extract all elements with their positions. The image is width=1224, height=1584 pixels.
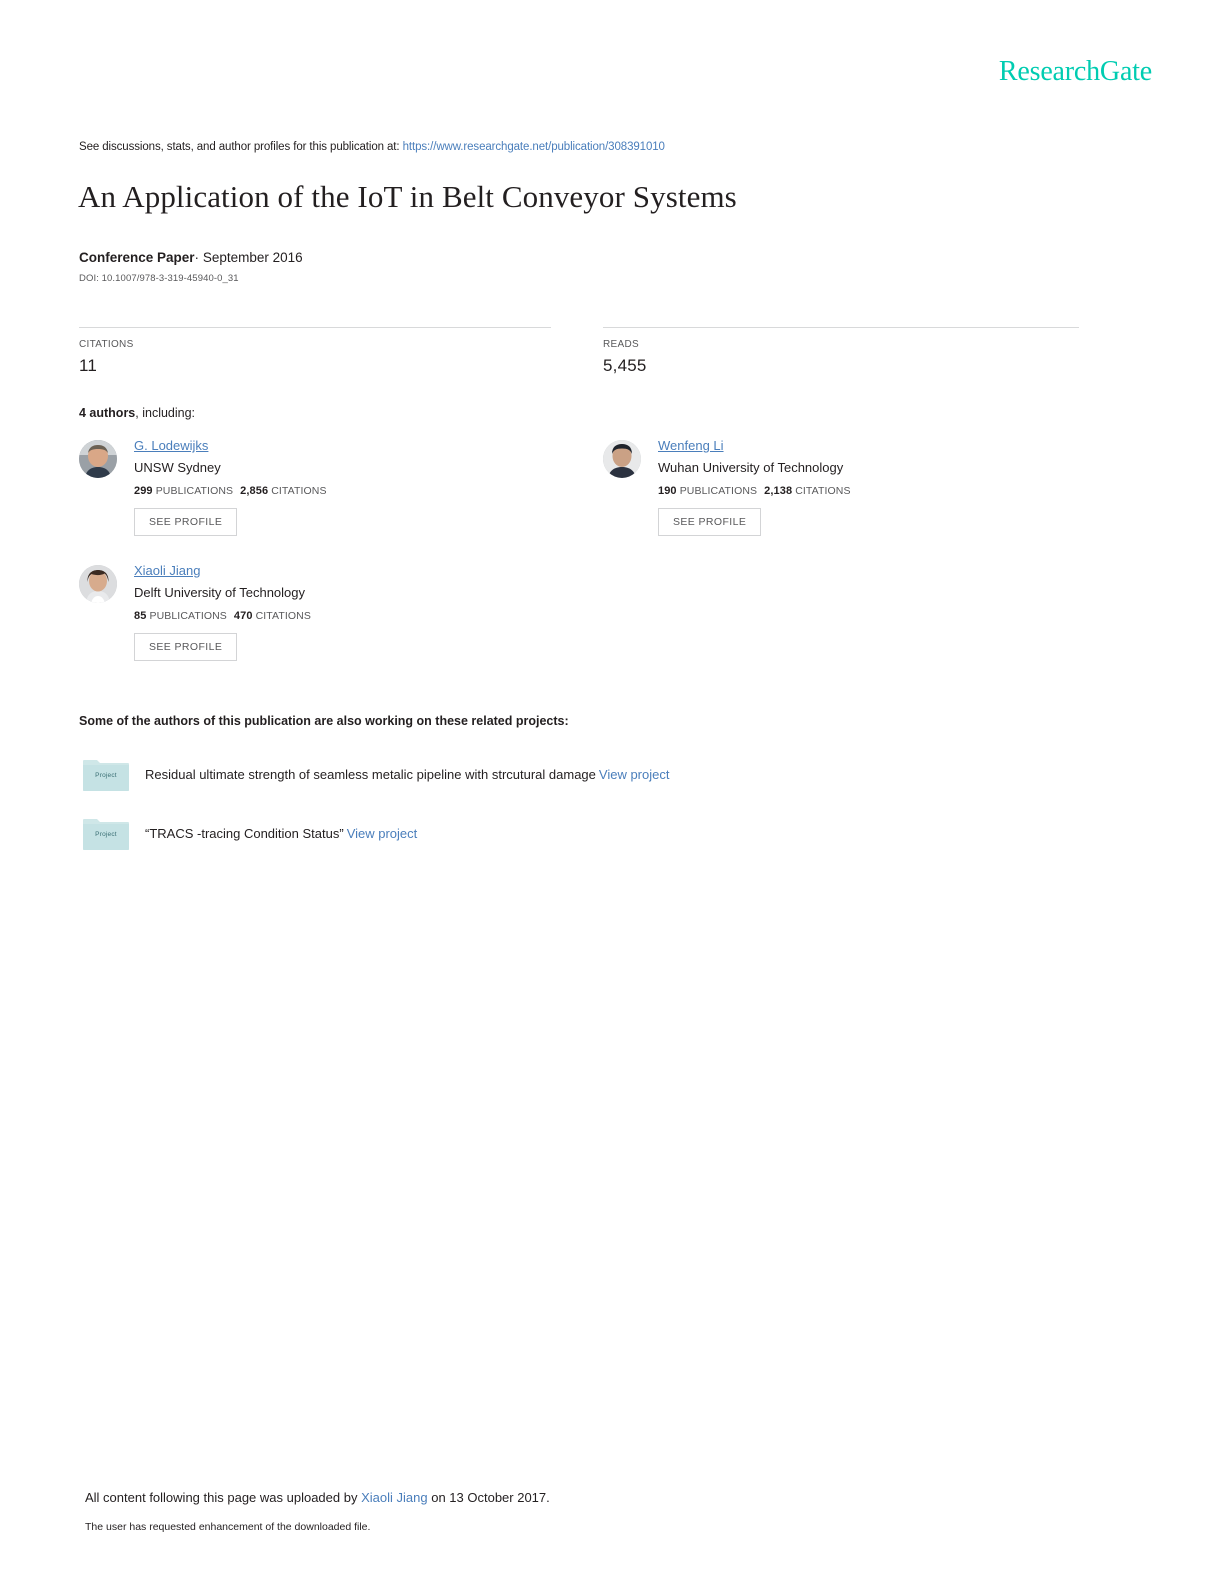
author-publications-count: 85 — [134, 610, 147, 622]
project-folder-icon: Project — [83, 757, 129, 791]
project-folder-label: Project — [95, 772, 117, 779]
author-affiliation: Delft University of Technology — [134, 585, 306, 600]
reads-stat-block: READS 5,455 — [603, 327, 1079, 376]
reads-value: 5,455 — [603, 356, 647, 375]
see-profile-button[interactable]: SEE PROFILE — [134, 633, 238, 661]
publication-date: September 2016 — [202, 250, 303, 265]
discussion-prefix: See discussions, stats, and author profi… — [79, 141, 400, 153]
reads-label: READS — [603, 339, 639, 350]
researchgate-logo: ResearchGate — [998, 56, 1152, 87]
reads-divider — [603, 327, 1079, 328]
authors-including: , including: — [135, 406, 196, 420]
author-details: G. Lodewijks UNSW Sydney 299 PUBLICATION… — [134, 437, 559, 536]
enhancement-note: The user has requested enhancement of th… — [85, 1521, 371, 1533]
publications-label: PUBLICATIONS — [155, 485, 234, 497]
author-stats: 85 PUBLICATIONS 470 CITATIONS — [134, 610, 559, 622]
publication-doi: DOI: 10.1007/978-3-319-45940-0_31 — [79, 273, 239, 284]
see-profile-button[interactable]: SEE PROFILE — [134, 508, 238, 536]
project-title-text: “TRACS -tracing Condition Status” View pr… — [145, 825, 417, 842]
author-name-link[interactable]: G. Lodewijks — [134, 438, 208, 453]
author-card: G. Lodewijks UNSW Sydney 299 PUBLICATION… — [79, 437, 559, 536]
view-project-link[interactable]: View project — [347, 826, 418, 841]
uploader-link[interactable]: Xiaoli Jiang — [361, 1490, 428, 1505]
page-title: An Application of the IoT in Belt Convey… — [78, 179, 737, 214]
citations-label: CITATIONS — [255, 610, 311, 622]
citations-label: CITATIONS — [79, 339, 134, 350]
upload-suffix: on 13 October 2017. — [431, 1490, 550, 1505]
author-card: Xiaoli Jiang Delft University of Technol… — [79, 562, 559, 661]
project-title: Residual ultimate strength of seamless m… — [145, 767, 596, 782]
avatar — [603, 440, 641, 478]
avatar — [79, 440, 117, 478]
project-row: Project Residual ultimate strength of se… — [83, 757, 1083, 791]
author-affiliation: Wuhan University of Technology — [658, 460, 844, 475]
author-name-link[interactable]: Wenfeng Li — [658, 438, 724, 453]
author-affiliation: UNSW Sydney — [134, 460, 221, 475]
citations-label: CITATIONS — [271, 485, 327, 497]
publications-label: PUBLICATIONS — [679, 485, 758, 497]
project-folder-icon: Project — [83, 816, 129, 850]
publications-label: PUBLICATIONS — [149, 610, 227, 622]
author-stats: 299 PUBLICATIONS 2,856 CITATIONS — [134, 485, 559, 497]
see-profile-button[interactable]: SEE PROFILE — [658, 508, 762, 536]
author-details: Xiaoli Jiang Delft University of Technol… — [134, 562, 559, 661]
publication-url-link[interactable]: https://www.researchgate.net/publication… — [403, 141, 665, 153]
author-stats: 190 PUBLICATIONS 2,138 CITATIONS — [658, 485, 1083, 497]
meta-separator: · — [194, 250, 200, 265]
upload-prefix: All content following this page was uplo… — [85, 1490, 358, 1505]
citations-divider — [79, 327, 551, 328]
project-row: Project “TRACS -tracing Condition Status… — [83, 816, 1083, 850]
view-project-link[interactable]: View project — [599, 767, 670, 782]
author-name-link[interactable]: Xiaoli Jiang — [134, 563, 201, 578]
author-publications-count: 190 — [658, 485, 677, 497]
project-title: “TRACS -tracing Condition Status” — [145, 826, 344, 841]
author-citations-count: 2,856 — [240, 485, 269, 497]
authors-heading: 4 authors, including: — [79, 406, 195, 420]
citations-stat-block: CITATIONS 11 — [79, 327, 551, 376]
author-citations-count: 470 — [233, 610, 253, 622]
avatar — [79, 565, 117, 603]
author-card: Wenfeng Li Wuhan University of Technolog… — [603, 437, 1083, 536]
citations-label: CITATIONS — [795, 485, 851, 497]
publication-meta: Conference Paper· September 2016 — [79, 250, 303, 265]
discussion-line: See discussions, stats, and author profi… — [79, 141, 665, 153]
author-details: Wenfeng Li Wuhan University of Technolog… — [658, 437, 1083, 536]
publication-type: Conference Paper — [79, 250, 195, 265]
authors-count: 4 authors — [79, 406, 136, 420]
upload-attribution: All content following this page was uplo… — [85, 1490, 550, 1505]
researchgate-cover-page: ResearchGate See discussions, stats, and… — [0, 0, 1224, 1584]
related-projects-heading: Some of the authors of this publication … — [79, 714, 569, 728]
author-publications-count: 299 — [134, 485, 153, 497]
author-citations-count: 2,138 — [764, 485, 793, 497]
project-folder-label: Project — [95, 831, 117, 838]
project-title-text: Residual ultimate strength of seamless m… — [145, 766, 669, 783]
citations-value: 11 — [79, 356, 98, 375]
